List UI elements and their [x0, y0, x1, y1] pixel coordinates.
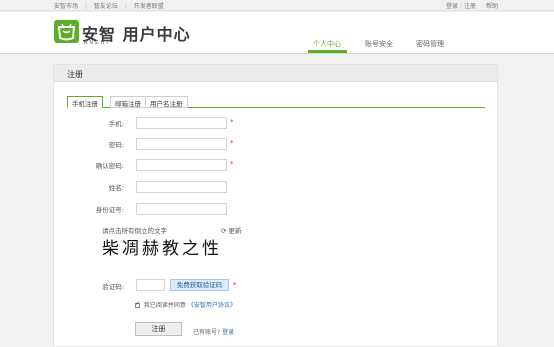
nav-password-management[interactable]: 密码管理	[416, 39, 444, 49]
confirm-password-label: 确认密码:	[95, 162, 124, 170]
phone-label: 手机:	[108, 120, 124, 128]
header: 安智 用户中心 ANZHI 个人中心 账号安全 密码管理	[0, 12, 554, 54]
verification-code-label: 验证码:	[102, 283, 124, 291]
captcha-image[interactable]: 柴凋赫教之性	[102, 234, 242, 266]
required-mark: *	[230, 118, 234, 126]
name-input[interactable]	[136, 181, 227, 193]
tab-email-register[interactable]: 邮箱注册	[110, 96, 146, 108]
top-register-link[interactable]: 注册	[464, 3, 476, 10]
captcha-text: 柴凋赫教之性	[102, 239, 222, 259]
top-login-link[interactable]: 登录	[446, 3, 458, 10]
phone-input[interactable]	[136, 117, 227, 129]
logo-subtitle: ANZHI	[84, 40, 110, 46]
has-account-text: 已有账号?	[193, 329, 221, 336]
get-sms-code-button[interactable]: 免费获取验证码	[170, 279, 229, 291]
logo-icon[interactable]	[54, 20, 79, 43]
required-mark: *	[230, 160, 234, 168]
login-hint: 已有账号? 登录	[193, 327, 234, 336]
id-number-input[interactable]	[136, 203, 227, 215]
link-developer[interactable]: 开发者联盟	[134, 3, 164, 10]
help-link[interactable]: 帮助	[486, 3, 498, 10]
password-input[interactable]	[136, 138, 227, 150]
separator: |	[84, 3, 87, 10]
agreement-checkbox[interactable]	[135, 300, 140, 308]
agreement-text: 我已阅读并同意	[143, 302, 186, 309]
register-panel: 注册 手机注册 邮箱注册 用户名注册 手机: * 密码: * 确认密码: * 姓…	[53, 64, 498, 347]
separator: |	[124, 3, 127, 10]
top-bar: 安智市场 | 智友论坛 | 开发者联盟 登录 | 注册 帮助	[0, 0, 554, 11]
required-mark: *	[230, 139, 234, 147]
nav-personal-center[interactable]: 个人中心	[313, 39, 341, 49]
nav-account-security[interactable]: 账号安全	[365, 39, 393, 49]
tab-phone-register[interactable]: 手机注册	[67, 96, 103, 108]
required-mark: *	[233, 281, 237, 289]
header-divider	[0, 53, 554, 54]
link-anzhi-market[interactable]: 安智市场	[54, 3, 78, 10]
verification-code-input[interactable]	[136, 279, 165, 291]
name-label: 姓名:	[108, 184, 124, 192]
link-forum[interactable]: 智友论坛	[94, 3, 118, 10]
panel-title: 注册	[67, 70, 83, 79]
password-label: 密码:	[108, 141, 124, 149]
top-right-links: 登录 | 注册 帮助	[444, 1, 498, 10]
login-link[interactable]: 登录	[222, 329, 234, 336]
agreement-link[interactable]: 《安智用户协议》	[188, 302, 236, 309]
tab-username-register[interactable]: 用户名注册	[145, 96, 188, 108]
id-number-label: 身份证号:	[95, 206, 124, 214]
confirm-password-input[interactable]	[136, 159, 227, 171]
agreement-row: 我已阅读并同意 《安智用户协议》	[135, 300, 236, 309]
panel-header: 注册	[54, 65, 497, 82]
top-links: 安智市场 | 智友论坛 | 开发者联盟	[54, 1, 169, 10]
register-submit-button[interactable]: 注册	[135, 322, 182, 336]
separator: |	[460, 3, 463, 10]
